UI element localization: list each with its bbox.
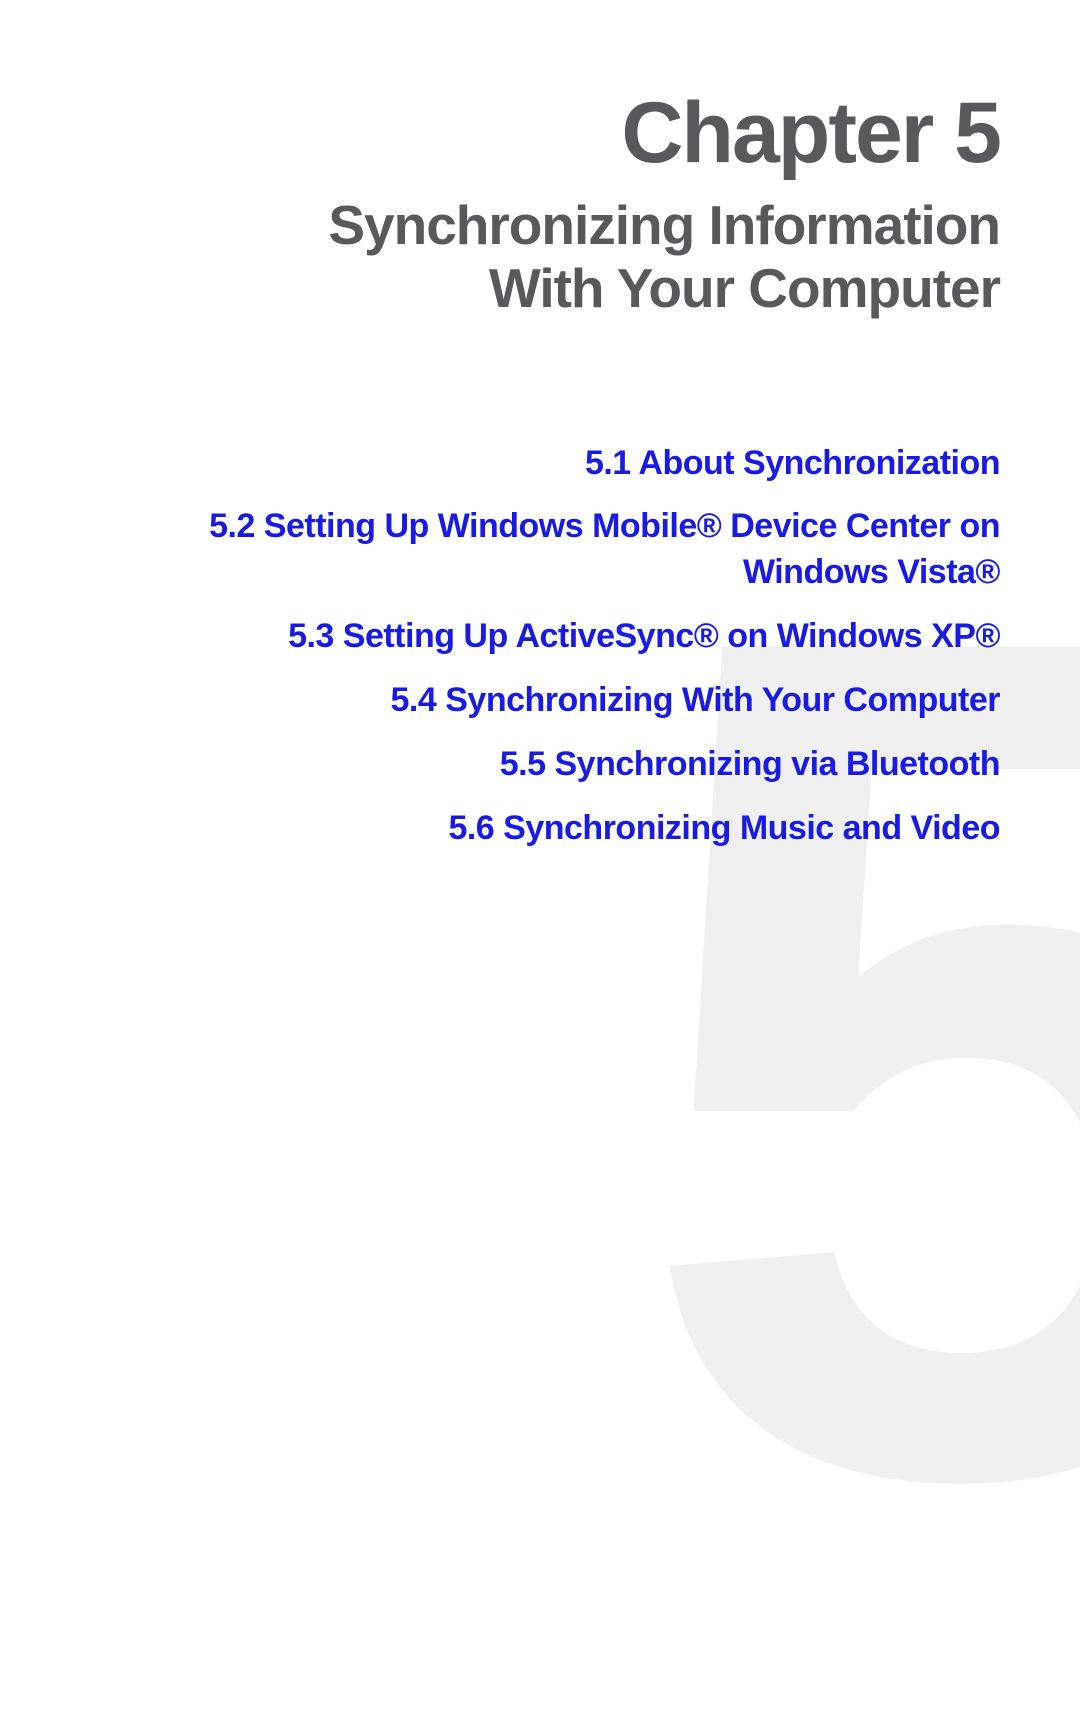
page-content: Chapter 5 Synchronizing Information With… [0, 0, 1080, 852]
toc-item-5-5[interactable]: 5.5 Synchronizing via Bluetooth [500, 742, 1000, 788]
toc-item-5-3[interactable]: 5.3 Setting Up ActiveSync® on Windows XP… [288, 614, 1000, 660]
toc-item-5-6[interactable]: 5.6 Synchronizing Music and Video [448, 806, 1000, 852]
chapter-title-line2: With Your Computer [489, 257, 1000, 319]
toc-item-5-1[interactable]: 5.1 About Synchronization [585, 441, 1000, 487]
toc-item-5-4[interactable]: 5.4 Synchronizing With Your Computer [391, 678, 1000, 724]
chapter-heading: Chapter 5 [80, 90, 1000, 176]
table-of-contents: 5.1 About Synchronization 5.2 Setting Up… [80, 441, 1000, 852]
chapter-title: Synchronizing Information With Your Comp… [80, 194, 1000, 321]
chapter-title-line1: Synchronizing Information [328, 194, 1000, 256]
toc-item-5-2[interactable]: 5.2 Setting Up Windows Mobile® Device Ce… [120, 504, 1000, 596]
